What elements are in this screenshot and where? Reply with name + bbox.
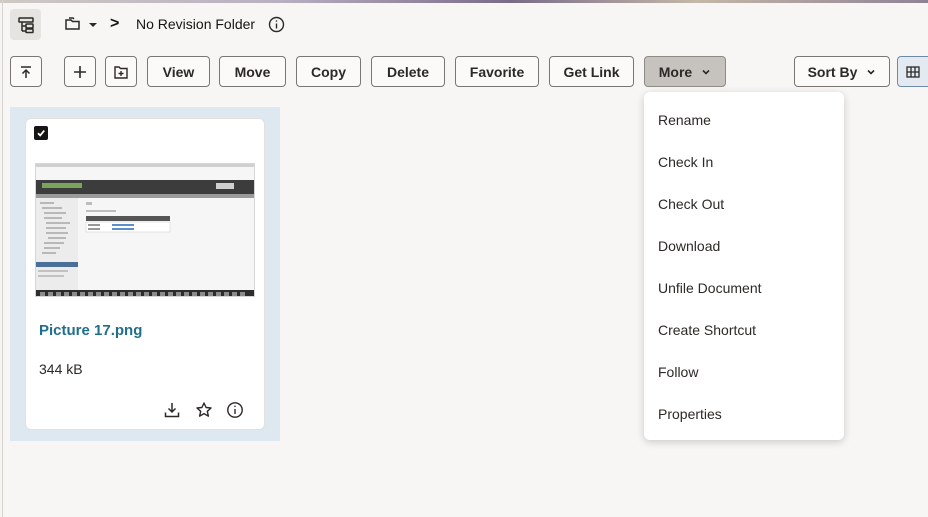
move-button[interactable]: Move <box>219 56 286 87</box>
info-icon[interactable] <box>268 16 285 33</box>
view-button[interactable]: View <box>147 56 210 87</box>
menu-item-create-shortcut[interactable]: Create Shortcut <box>644 312 844 348</box>
new-folder-icon <box>114 65 128 79</box>
get-link-button[interactable]: Get Link <box>549 56 634 87</box>
more-dropdown-menu: Rename Check In Check Out Download Unfil… <box>644 92 844 440</box>
download-icon[interactable] <box>163 401 181 419</box>
plus-icon <box>74 65 86 78</box>
menu-item-check-in[interactable]: Check In <box>644 144 844 180</box>
info-icon[interactable] <box>226 401 244 419</box>
menu-item-follow[interactable]: Follow <box>644 354 844 390</box>
more-button-label: More <box>658 63 693 80</box>
screenshot-thumbnail-image <box>36 164 254 296</box>
folder-copy-icon[interactable] <box>64 14 82 34</box>
file-size: 344 kB <box>39 361 83 377</box>
menu-item-unfile-document[interactable]: Unfile Document <box>644 270 844 306</box>
checkmark-icon <box>37 130 45 137</box>
star-icon[interactable] <box>195 401 213 419</box>
favorite-button[interactable]: Favorite <box>455 56 539 87</box>
up-level-icon <box>21 65 31 78</box>
delete-button[interactable]: Delete <box>371 56 445 87</box>
tree-view-toggle-button[interactable] <box>10 9 41 40</box>
sort-by-button[interactable]: Sort By <box>794 56 890 87</box>
menu-item-check-out[interactable]: Check Out <box>644 186 844 222</box>
tree-view-icon <box>17 16 34 33</box>
new-item-button[interactable] <box>64 56 96 87</box>
chevron-down-icon <box>702 69 710 75</box>
current-folder-title: No Revision Folder <box>136 16 256 32</box>
file-thumbnail[interactable] <box>35 163 255 297</box>
more-button[interactable]: More <box>644 56 726 87</box>
up-level-button[interactable] <box>10 56 42 87</box>
sort-by-label: Sort By <box>807 63 858 80</box>
new-folder-button[interactable] <box>105 56 137 87</box>
grid-view-button[interactable] <box>897 56 928 87</box>
chevron-down-icon[interactable] <box>87 18 99 30</box>
copy-button[interactable]: Copy <box>296 56 361 87</box>
breadcrumb-separator: > <box>110 15 120 32</box>
menu-item-download[interactable]: Download <box>644 228 844 264</box>
grid-view-icon <box>906 65 920 78</box>
menu-item-properties[interactable]: Properties <box>644 396 844 432</box>
file-select-checkbox[interactable] <box>34 126 48 140</box>
top-banner-strip <box>0 0 928 3</box>
chevron-down-icon <box>867 69 875 75</box>
left-divider <box>2 0 3 517</box>
menu-item-rename[interactable]: Rename <box>644 102 844 138</box>
file-name-link[interactable]: Picture 17.png <box>39 322 142 339</box>
